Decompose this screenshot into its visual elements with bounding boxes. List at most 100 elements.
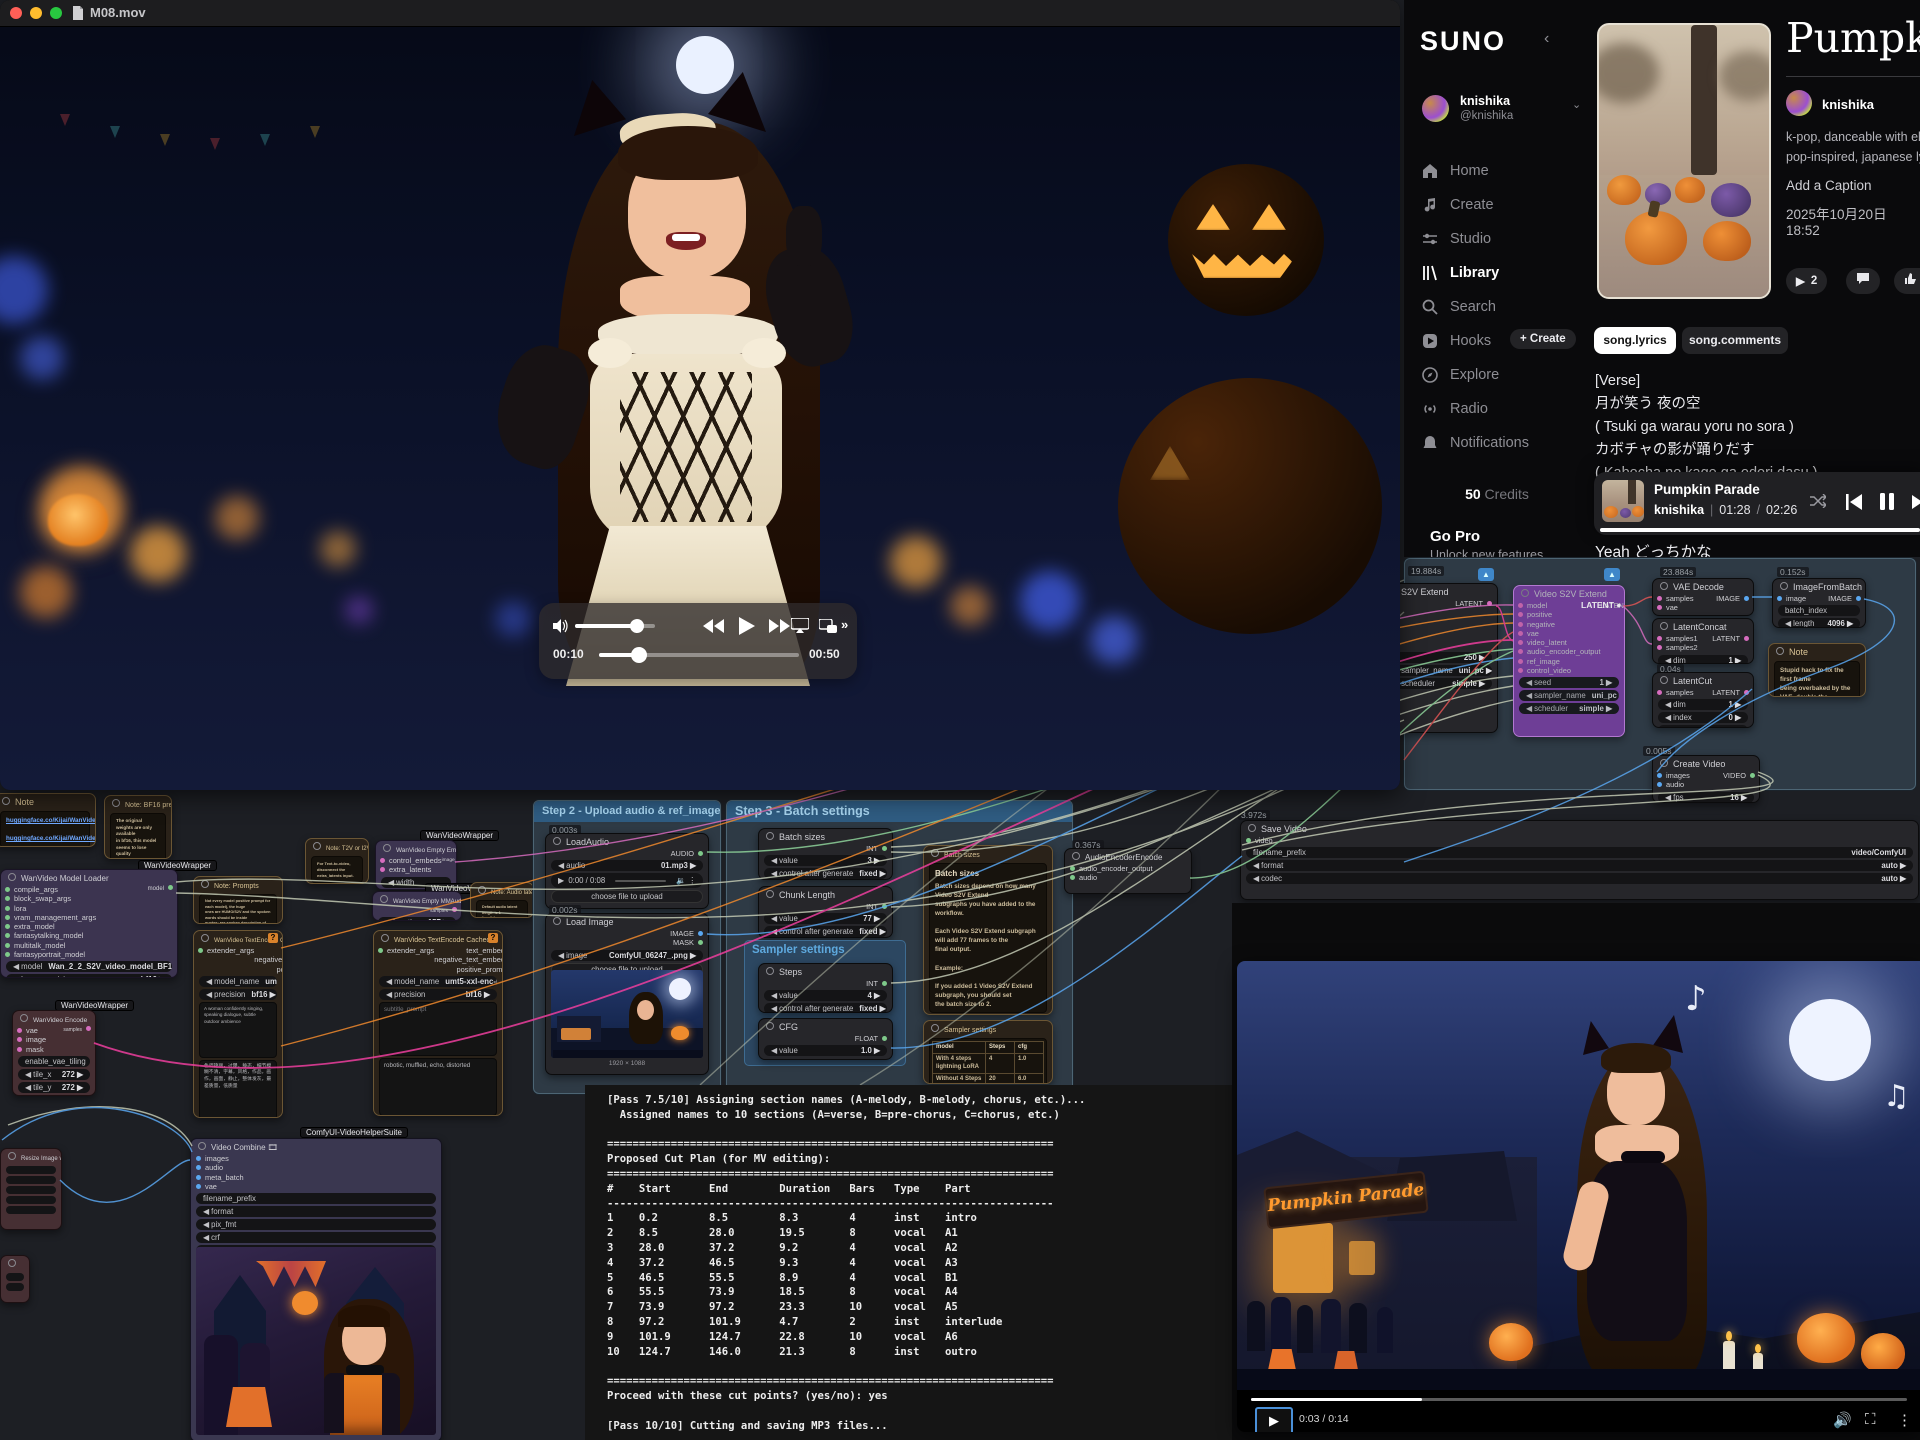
pip-icon[interactable] (819, 619, 837, 633)
pause-icon[interactable] (1880, 493, 1894, 510)
node-save-video[interactable]: Save Video video filename_prefixvideo/Co… (1240, 820, 1919, 900)
widget-row[interactable]: ◀ tile_x272 ▶ (18, 1069, 90, 1080)
node-steps[interactable]: Steps INT ◀ value4 ▶◀ control after gene… (758, 963, 893, 1013)
widget-row[interactable]: ◀ modelWan_2_2_S2V_video_model_BF16.safe… (6, 961, 172, 972)
input-slot[interactable]: fantasyportrait_model (5, 950, 96, 959)
user-name[interactable]: knishika (1460, 94, 1510, 108)
widget-row[interactable]: ◀ codecauto ▶ (1246, 873, 1913, 884)
previous-icon[interactable] (1846, 494, 1862, 510)
input-slot[interactable]: multitalk_model (5, 941, 96, 950)
widget-row[interactable]: ◀ model_nameumt5-xxl-enc-bf16.safetensor… (379, 976, 497, 987)
node-image-from-batch[interactable]: ImageFromBatch image IMAGE batch_index◀ … (1772, 578, 1866, 628)
like-button[interactable] (1894, 268, 1920, 294)
node-chunk-length[interactable]: Chunk Length INT ◀ value77 ▶◀ control af… (758, 886, 893, 938)
sidebar-item-home[interactable]: Home (1422, 163, 1592, 179)
widget-row[interactable]: ◀ imageComfyUI_06247_.png ▶ (551, 950, 703, 961)
widget-row[interactable]: ◀ formatauto ▶ (1246, 860, 1913, 871)
rewind-icon[interactable] (703, 619, 725, 633)
node-empty-mmaudio[interactable]: WanVideo Empty MMAudio Latents samples ◀… (372, 891, 462, 921)
node-small-utility[interactable]: Resize Image v2 (0, 1148, 62, 1230)
input-slot[interactable]: image (1777, 594, 1806, 603)
widget-row[interactable]: ◀ sampler_nameuni_pc ▶ (1519, 690, 1619, 701)
widget-row[interactable]: batch_index (1778, 605, 1860, 616)
node-textencode-cached-2[interactable]: ? WanVideo TextEncode Cached extender_ar… (373, 930, 503, 1116)
sidebar-collapse-icon[interactable]: ‹ (1544, 30, 1549, 48)
input-slot[interactable]: samples2 (1657, 643, 1698, 652)
input-slot[interactable]: mask (17, 1045, 46, 1054)
volume-icon[interactable] (553, 619, 568, 633)
input-slot[interactable]: ref_image (1518, 657, 1601, 666)
minimize-button[interactable] (30, 7, 42, 19)
video-progress[interactable] (1251, 1398, 1907, 1401)
song-artwork[interactable] (1597, 23, 1771, 299)
input-slot[interactable]: compile_args (5, 885, 96, 894)
widget-row[interactable]: ◀ length4096 ▶ (1778, 618, 1860, 628)
sidebar-item-explore[interactable]: Explore (1422, 367, 1592, 383)
input-slot[interactable]: extender_args (378, 946, 434, 955)
widget-row[interactable]: ◀ value3 ▶ (764, 855, 887, 866)
widget-row[interactable]: ◀ control after generatefixed ▶ (764, 926, 887, 937)
play-count-button[interactable]: ▶2 (1786, 268, 1827, 294)
input-slot[interactable]: images (1657, 771, 1690, 780)
widget-row[interactable]: ◀ model_nameumt5-xxl-enc-bf16.safetensor… (199, 976, 277, 987)
go-pro-label[interactable]: Go Pro (1430, 528, 1480, 545)
sidebar-item-radio[interactable]: Radio (1422, 401, 1592, 417)
input-slot[interactable]: negative (1518, 620, 1601, 629)
input-slot[interactable]: audio (196, 1163, 441, 1172)
input-slot[interactable]: audio (1657, 780, 1690, 789)
credits[interactable]: 50 Credits (1404, 486, 1590, 502)
play-icon[interactable] (739, 617, 755, 635)
tab-song-lyrics[interactable]: song.lyrics (1594, 327, 1676, 354)
input-slot[interactable]: meta_batch (196, 1173, 441, 1182)
menu-kebab-icon[interactable]: ⋮ (1897, 1411, 1912, 1429)
seek-slider[interactable] (599, 653, 799, 657)
output-slot[interactable]: negative_text_embeds (434, 955, 503, 964)
tab-song-comments[interactable]: song.comments (1682, 327, 1788, 354)
widget-row[interactable]: ◀ index0 ▶ (1658, 712, 1748, 723)
node-latent-cut[interactable]: LatentCut samples LATENT ◀ dim1 ▶◀ index… (1652, 672, 1754, 728)
widget-row[interactable]: ◀ control after generatefixed ▶ (764, 1003, 887, 1013)
upload-button[interactable]: choose file to upload (551, 890, 703, 903)
widget-row[interactable]: ◀ tile_y272 ▶ (18, 1082, 90, 1093)
node-note-sampler-settings[interactable]: Sampler settings modelStepscfgWith 4 ste… (923, 1020, 1053, 1084)
fullscreen-icon[interactable]: ⛶ (1865, 1411, 1876, 1428)
input-slot[interactable]: lora (5, 904, 96, 913)
suno-logo[interactable]: SUNO (1420, 26, 1506, 57)
hooks-create-button[interactable]: + Create (1510, 329, 1576, 349)
widget-row[interactable]: ◀ pix_fmt (196, 1219, 436, 1230)
player-progress[interactable] (1600, 528, 1920, 532)
collapse-button[interactable]: ▲ (1478, 568, 1494, 581)
output-slot[interactable]: negative_text_embeds (254, 955, 283, 964)
widget-row[interactable]: filename_prefixvideo/ComfyUI (1246, 847, 1913, 858)
widget-row[interactable]: ◀ schedulersimple ▶ (1386, 678, 1492, 689)
node-wanvideo-model-loader[interactable]: WanVideo Model Loader compile_argsblock_… (0, 869, 178, 978)
sidebar-item-search[interactable]: Search (1422, 299, 1592, 315)
widget-row[interactable]: ◀ schedulersimple ▶ (1519, 703, 1619, 714)
node-small-utility-2[interactable] (0, 1255, 30, 1303)
widget-row[interactable]: ◀ amount1 ▶ (1658, 725, 1748, 728)
bottom-video-player[interactable]: ♪ ♫ ♪ Pumpkin Parade (1237, 961, 1920, 1432)
widget-row[interactable]: filename_prefix (196, 1193, 436, 1204)
widget-row[interactable]: ◀250 ▶ (1386, 652, 1492, 663)
node-load-image[interactable]: Load Image IMAGE MASK ◀ imageComfyUI_062… (545, 913, 709, 1075)
close-button[interactable] (10, 7, 22, 19)
input-slot[interactable]: control_video (1518, 666, 1601, 675)
volume-slider[interactable] (575, 624, 655, 628)
input-slot[interactable]: block_swap_args (5, 894, 96, 903)
player-artist[interactable]: knishika (1654, 503, 1704, 517)
node-audio-encoder-encode[interactable]: AudioEncoderEncode audio_encoder_output … (1064, 848, 1192, 894)
sidebar-item-notifications[interactable]: Notifications (1422, 435, 1592, 451)
widget-row[interactable]: ◀ base_precisionbf16 ▶ (6, 974, 172, 978)
node-note-hack[interactable]: Note Stupid hack to fix the first frameb… (1768, 643, 1866, 697)
input-slot[interactable]: vae (1657, 603, 1694, 612)
node-note-prompts[interactable]: Note: Prompts Not every model positive p… (193, 876, 283, 924)
widget-row[interactable]: ◀ precisionbf16 ▶ (199, 989, 277, 1000)
input-slot[interactable]: video_latent (1518, 638, 1601, 647)
input-slot[interactable]: samples (1657, 594, 1694, 603)
player-song-title[interactable]: Pumpkin Parade (1654, 482, 1760, 497)
widget-row[interactable]: ◀ audio01.mp3 ▶ (551, 860, 703, 871)
sidebar-item-library[interactable]: Library (1422, 265, 1592, 281)
input-slot[interactable]: vae (196, 1182, 441, 1191)
shuffle-icon[interactable] (1810, 494, 1826, 508)
input-slot[interactable]: images (196, 1154, 441, 1163)
